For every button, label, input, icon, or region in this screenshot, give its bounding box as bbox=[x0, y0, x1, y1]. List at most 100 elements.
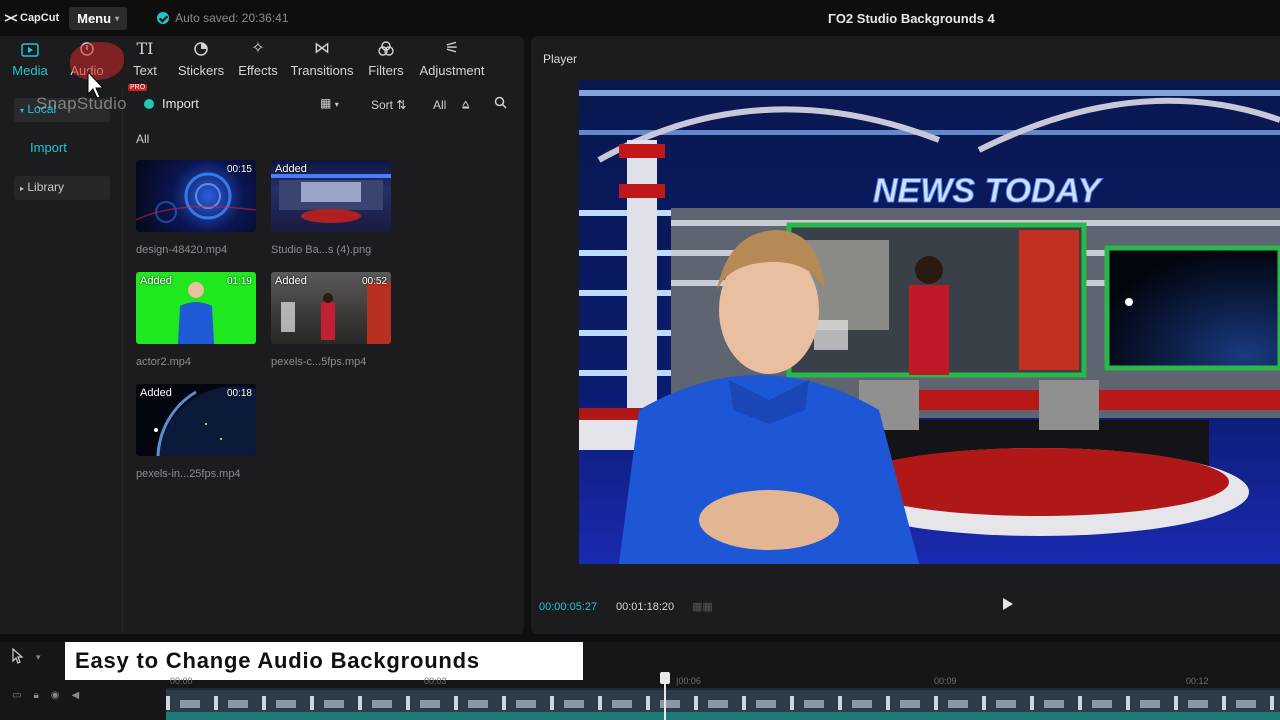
media-icon bbox=[21, 43, 39, 57]
caret-down-icon: ▾ bbox=[20, 106, 25, 115]
lock-icon[interactable]: 🔒︎ bbox=[33, 690, 38, 701]
tab-adjustment-label: Adjustment bbox=[419, 63, 485, 78]
news-banner-text: NEWS TODAY bbox=[873, 172, 1104, 210]
media-toolbar: Import ▦ ▾ Sort ⇅ All ⩠ bbox=[136, 96, 516, 118]
media-filename: design-48420.mp4 bbox=[136, 244, 228, 256]
audio-track-clip[interactable] bbox=[166, 712, 1280, 720]
track-controls: ▭ 🔒︎ ◉ ◀︎ bbox=[12, 690, 79, 701]
app-logo: CapCut bbox=[4, 12, 59, 24]
timeline-panel: ▾ Easy to Change Audio Backgrounds ▭ 🔒︎ … bbox=[0, 642, 1280, 720]
watermark-text: SnapStudio bbox=[36, 94, 127, 113]
track-cover-icon[interactable]: ▭ bbox=[12, 690, 21, 701]
duration-label: 00:52 bbox=[361, 276, 387, 287]
media-thumbnail: 00:15 bbox=[136, 160, 256, 232]
tab-effects[interactable]: ✧ Effects bbox=[226, 36, 290, 88]
select-tool-icon[interactable] bbox=[12, 647, 24, 668]
capcut-logo-icon bbox=[4, 14, 18, 22]
clip-thumbnails bbox=[166, 696, 1274, 710]
view-mode-button[interactable]: ▦ ▾ bbox=[320, 96, 339, 110]
sidebar-library-label: Library bbox=[27, 180, 65, 194]
ruler-tick: 00:09 bbox=[934, 676, 957, 686]
play-icon[interactable] bbox=[1003, 598, 1013, 610]
tab-effects-label: Effects bbox=[238, 63, 278, 78]
ruler-tick: |00:06 bbox=[676, 676, 701, 686]
capcut-window: CapCut Menu ▾ Auto saved: 20:36:41 ΓΟ2 S… bbox=[0, 0, 1280, 720]
media-thumbnail: Added 01:19 bbox=[136, 272, 256, 344]
video-preview[interactable]: NEWS TODAY bbox=[579, 80, 1280, 564]
timecode-grid-icon: ▦▦ bbox=[692, 601, 713, 613]
project-title: ΓΟ2 Studio Backgrounds 4 bbox=[828, 11, 995, 26]
menu-button[interactable]: Menu ▾ bbox=[69, 6, 128, 30]
search-icon[interactable] bbox=[494, 96, 507, 112]
added-badge: Added bbox=[275, 163, 307, 175]
media-item[interactable]: Added Studio Ba...s (4).png bbox=[271, 160, 391, 256]
player-title: Player bbox=[543, 52, 578, 66]
added-badge: Added bbox=[275, 275, 307, 287]
duration-label: 01:19 bbox=[226, 276, 252, 287]
duration-label: 00:18 bbox=[226, 388, 252, 399]
media-group-label: All bbox=[136, 132, 150, 146]
tab-filters[interactable]: Filters bbox=[354, 36, 418, 88]
tab-adjustment[interactable]: ⚟ Adjustment bbox=[418, 36, 486, 88]
eye-icon[interactable]: ◉ bbox=[51, 690, 60, 701]
sidebar-item-import[interactable]: Import bbox=[30, 140, 67, 155]
grid-view-icon: ▦ bbox=[320, 96, 332, 110]
sort-icon: ⇅ bbox=[396, 98, 407, 112]
added-badge: Added bbox=[140, 275, 172, 287]
ruler-tick: 00:00 bbox=[170, 676, 193, 686]
sort-label: Sort bbox=[371, 98, 394, 112]
duration-label: 00:15 bbox=[226, 164, 252, 175]
mouse-cursor-icon bbox=[87, 70, 105, 99]
menu-label: Menu bbox=[77, 10, 112, 26]
player-panel: Player NEWS TODAY 00:00:05:27 00:01:18:2… bbox=[531, 36, 1280, 634]
chevron-down-icon: ▾ bbox=[334, 100, 339, 109]
import-dot-icon bbox=[144, 98, 154, 109]
playhead-handle[interactable] bbox=[660, 672, 670, 684]
autosave-text: Auto saved: 20:36:41 bbox=[175, 11, 289, 25]
check-circle-icon bbox=[157, 12, 170, 24]
media-item[interactable]: 00:15 design-48420.mp4 bbox=[136, 160, 256, 256]
ruler-tick: 00:03 bbox=[424, 676, 447, 686]
media-filename: actor2.mp4 bbox=[136, 356, 192, 368]
media-thumbnail: Added 00:18 bbox=[136, 384, 256, 456]
filter-icon[interactable]: ⩠ bbox=[462, 97, 469, 112]
media-item[interactable]: Added 00:52 pexels-c...5fps.mp4 bbox=[271, 272, 391, 368]
tab-media[interactable]: Media bbox=[0, 36, 60, 88]
volume-icon[interactable]: ◀︎ bbox=[72, 690, 80, 701]
chevron-down-icon[interactable]: ▾ bbox=[36, 652, 41, 663]
text-icon: TI bbox=[136, 39, 154, 58]
chevron-down-icon: ▾ bbox=[115, 13, 120, 23]
media-sidebar: ▾ Local Import ▸ Library bbox=[0, 88, 123, 634]
ruler-tick: 00:12 bbox=[1186, 676, 1209, 686]
video-track-clip[interactable] bbox=[166, 688, 1280, 712]
tab-transitions[interactable]: ⋈ Transitions bbox=[290, 36, 354, 88]
tab-media-label: Media bbox=[12, 63, 48, 78]
app-logo-text: CapCut bbox=[20, 12, 60, 24]
tab-stickers-label: Stickers bbox=[177, 63, 225, 78]
tab-stickers[interactable]: Stickers bbox=[176, 36, 226, 88]
media-item[interactable]: Added 00:18 pexels-in...25fps.mp4 bbox=[136, 384, 256, 480]
video-caption: Easy to Change Audio Backgrounds bbox=[65, 642, 583, 680]
tab-filters-label: Filters bbox=[368, 63, 404, 78]
import-button[interactable]: Import bbox=[144, 96, 199, 111]
media-filename: Studio Ba...s (4).png bbox=[271, 244, 372, 256]
added-badge: Added bbox=[140, 387, 172, 399]
transitions-icon: ⋈ bbox=[314, 40, 330, 57]
sort-button[interactable]: Sort ⇅ bbox=[371, 98, 406, 112]
media-filename: pexels-c...5fps.mp4 bbox=[271, 356, 367, 368]
all-filter-button[interactable]: All bbox=[433, 98, 446, 112]
media-thumbnail: Added bbox=[271, 160, 391, 232]
media-item[interactable]: Added 01:19 actor2.mp4 bbox=[136, 272, 256, 368]
media-filename: pexels-in...25fps.mp4 bbox=[136, 468, 241, 480]
tab-text-label: Text bbox=[133, 63, 157, 78]
watermark-pro-badge: PRO bbox=[128, 84, 148, 91]
stickers-icon bbox=[194, 42, 208, 56]
filters-icon bbox=[378, 41, 394, 56]
news-studio-scene: NEWS TODAY bbox=[579, 80, 1280, 564]
title-bar: CapCut Menu ▾ Auto saved: 20:36:41 ΓΟ2 S… bbox=[0, 0, 1280, 36]
import-label: Import bbox=[162, 96, 199, 111]
sidebar-item-library[interactable]: ▸ Library bbox=[14, 176, 110, 200]
caret-right-icon: ▸ bbox=[20, 184, 25, 193]
tab-transitions-label: Transitions bbox=[290, 63, 354, 78]
media-thumbnail: Added 00:52 bbox=[271, 272, 391, 344]
